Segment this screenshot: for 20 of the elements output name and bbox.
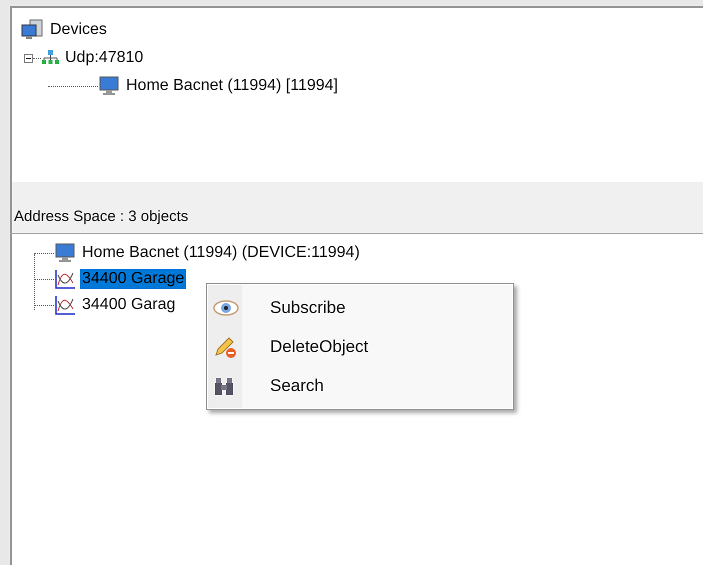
tree-item[interactable]: Home Bacnet (11994) (DEVICE:11994)	[80, 243, 362, 263]
pencil-icon	[213, 334, 239, 358]
monitor-icon	[98, 76, 120, 96]
binoculars-icon	[213, 376, 235, 396]
section-header: Address Space : 3 objects	[14, 208, 188, 225]
eye-icon	[213, 298, 239, 316]
monitor-icon	[54, 243, 76, 263]
tree-item[interactable]: 34400 Garage	[80, 269, 186, 289]
collapse-toggle[interactable]	[24, 54, 33, 62]
tree-item[interactable]: 34400 Garag	[80, 295, 178, 315]
tree-item[interactable]: Udp:47810	[63, 48, 146, 68]
menu-item[interactable]: Subscribe	[207, 288, 513, 327]
tree-item[interactable]: Devices	[48, 20, 109, 40]
computers-icon	[20, 19, 44, 41]
tree-item[interactable]: Home Bacnet (11994) [11994]	[124, 76, 340, 96]
network-icon	[41, 50, 59, 66]
graph-icon	[54, 269, 76, 289]
graph-icon	[54, 295, 76, 315]
menu-item[interactable]: DeleteObject	[207, 327, 513, 366]
menu-item[interactable]: Search	[207, 366, 513, 405]
